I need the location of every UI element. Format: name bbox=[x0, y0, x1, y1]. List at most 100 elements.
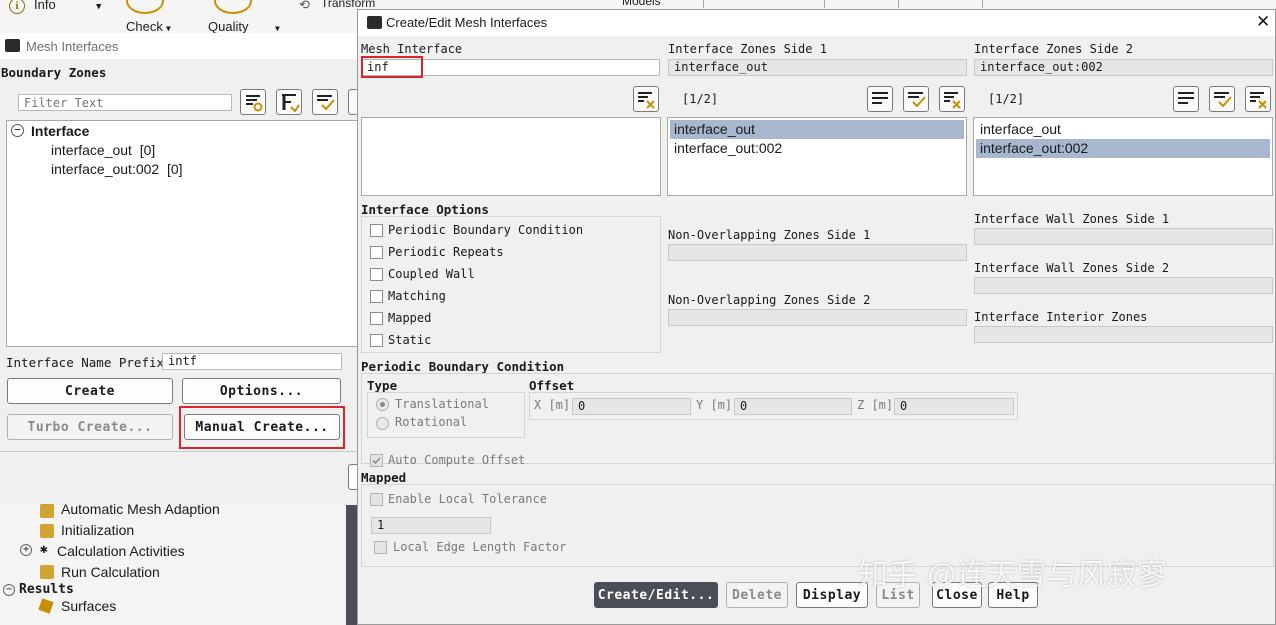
collapse-icon[interactable]: − bbox=[3, 584, 15, 596]
interface-options-label: Interface Options bbox=[361, 202, 489, 217]
local-tolerance-checkbox[interactable] bbox=[370, 493, 383, 506]
panel-title: Mesh Interfaces bbox=[26, 39, 119, 54]
models-menu[interactable]: Models bbox=[622, 0, 661, 8]
periodic-section-label: Periodic Boundary Condition bbox=[361, 359, 565, 374]
side1-label: Interface Zones Side 1 bbox=[668, 42, 827, 56]
y-label: Y [m] bbox=[696, 398, 733, 412]
type-label: Type bbox=[367, 378, 398, 393]
side1-sort-button[interactable] bbox=[867, 86, 893, 112]
coupled-wall-label: Coupled Wall bbox=[388, 267, 475, 281]
outline-item-run-calculation[interactable]: Run Calculation bbox=[61, 564, 160, 580]
side1-select-all-button[interactable] bbox=[903, 86, 929, 112]
translational-label: Translational bbox=[395, 397, 489, 411]
static-checkbox[interactable] bbox=[370, 334, 383, 347]
side2-deselect-button[interactable] bbox=[1245, 86, 1271, 112]
check-menu[interactable]: Check bbox=[126, 19, 163, 34]
collapse-icon[interactable]: − bbox=[11, 124, 24, 137]
matching-checkbox[interactable] bbox=[370, 290, 383, 303]
non-overlap2-field bbox=[668, 309, 967, 326]
side1-count: [1/2] bbox=[682, 92, 719, 106]
tree-group-interface[interactable]: Interface bbox=[31, 123, 89, 139]
sort-lines-icon bbox=[1178, 92, 1194, 104]
mapped-checkbox[interactable] bbox=[370, 312, 383, 325]
ribbon-divider bbox=[703, 0, 704, 8]
boundary-zones-tree: − Interface interface_out [0] interface_… bbox=[6, 120, 358, 347]
side2-select-all-button[interactable] bbox=[1209, 86, 1235, 112]
side1-list-item[interactable]: interface_out bbox=[670, 120, 964, 139]
turbo-create-button[interactable]: Turbo Create... bbox=[7, 414, 173, 440]
options-button[interactable]: Options... bbox=[182, 378, 341, 404]
wall2-label: Interface Wall Zones Side 2 bbox=[974, 261, 1170, 275]
run-calculation-icon bbox=[40, 565, 54, 579]
non-overlap2-label: Non-Overlapping Zones Side 2 bbox=[668, 293, 871, 307]
type-group: Translational Rotational bbox=[367, 392, 525, 438]
periodic-repeats-checkbox[interactable] bbox=[370, 246, 383, 259]
y-offset-input[interactable]: 0 bbox=[734, 398, 852, 415]
side2-list-item[interactable]: interface_out:002 bbox=[976, 139, 1270, 158]
tree-item-interface-out[interactable]: interface_out [0] bbox=[51, 142, 155, 158]
outline-item-surfaces[interactable]: Surfaces bbox=[61, 598, 116, 614]
name-prefix-input[interactable]: intf bbox=[162, 353, 342, 370]
mesh-adaption-icon bbox=[40, 504, 54, 518]
chevron-down-icon: ▼ bbox=[96, 2, 102, 12]
mesh-interface-list[interactable] bbox=[361, 117, 661, 196]
ribbon-divider bbox=[898, 0, 899, 8]
coupled-wall-checkbox[interactable] bbox=[370, 268, 383, 281]
outline-item-calculation-activities[interactable]: Calculation Activities bbox=[57, 543, 185, 559]
side1-list: interface_out interface_out:002 bbox=[667, 117, 967, 196]
side2-list-item[interactable]: interface_out bbox=[976, 120, 1270, 139]
ribbon-divider bbox=[824, 0, 825, 8]
outline-item-initialization[interactable]: Initialization bbox=[61, 522, 134, 538]
edge-length-checkbox[interactable] bbox=[374, 541, 387, 554]
mesh-interface-label: Mesh Interface bbox=[361, 42, 463, 56]
edge-length-label: Local Edge Length Factor bbox=[393, 540, 567, 554]
wall1-label: Interface Wall Zones Side 1 bbox=[974, 212, 1170, 226]
tolerance-input[interactable]: 1 bbox=[371, 517, 491, 534]
tree-item-interface-out-002[interactable]: interface_out:002 [0] bbox=[51, 161, 183, 177]
info-menu[interactable]: Info bbox=[34, 0, 56, 12]
select-all-icon bbox=[908, 92, 926, 108]
quality-icon bbox=[214, 0, 252, 14]
select-all-icon bbox=[317, 95, 335, 111]
side2-label: Interface Zones Side 2 bbox=[974, 42, 1133, 56]
non-overlap1-field bbox=[668, 244, 967, 261]
filter-icon-button[interactable] bbox=[240, 89, 266, 115]
local-tolerance-label: Enable Local Tolerance bbox=[388, 492, 547, 506]
format-icon-button[interactable] bbox=[276, 89, 302, 115]
side1-list-item[interactable]: interface_out:002 bbox=[670, 139, 964, 158]
dialog-title: Create/Edit Mesh Interfaces bbox=[386, 15, 548, 30]
format-icon bbox=[282, 94, 300, 113]
create-button[interactable]: Create bbox=[7, 378, 173, 404]
translational-radio[interactable] bbox=[376, 398, 389, 411]
quality-menu[interactable]: Quality bbox=[208, 19, 248, 34]
create-edit-button[interactable]: Create/Edit... bbox=[594, 582, 718, 608]
info-icon: i bbox=[9, 0, 25, 14]
outline-item-mesh-adaption[interactable]: Automatic Mesh Adaption bbox=[61, 501, 220, 517]
z-offset-input[interactable]: 0 bbox=[894, 398, 1014, 415]
gear-icon: ✱ bbox=[40, 542, 48, 557]
rotational-radio[interactable] bbox=[376, 417, 389, 430]
chevron-down-icon: ▼ bbox=[166, 24, 171, 33]
auto-offset-checkbox[interactable] bbox=[370, 454, 383, 467]
boundary-zones-label: Boundary Zones bbox=[1, 65, 107, 80]
mesh-interfaces-panel: Mesh Interfaces Boundary Zones − Interfa… bbox=[0, 33, 359, 505]
periodic-bc-checkbox[interactable] bbox=[370, 224, 383, 237]
side2-value: interface_out:002 bbox=[974, 59, 1273, 76]
matching-label: Matching bbox=[388, 289, 446, 303]
side2-list: interface_out interface_out:002 bbox=[973, 117, 1273, 196]
x-offset-input[interactable]: 0 bbox=[572, 398, 691, 415]
delete-button[interactable]: Delete bbox=[726, 582, 788, 608]
x-label: X [m] bbox=[534, 398, 571, 412]
expand-icon[interactable]: + bbox=[20, 544, 32, 556]
outline-results-header[interactable]: Results bbox=[19, 582, 74, 597]
mapped-section-label: Mapped bbox=[361, 470, 407, 485]
side1-deselect-button[interactable] bbox=[939, 86, 965, 112]
close-icon[interactable]: ✕ bbox=[1256, 12, 1270, 32]
clear-mesh-interface-button[interactable] bbox=[633, 86, 659, 112]
filter-text-input[interactable] bbox=[18, 94, 232, 111]
side2-sort-button[interactable] bbox=[1173, 86, 1199, 112]
radio-dot bbox=[380, 402, 385, 407]
periodic-repeats-label: Periodic Repeats bbox=[388, 245, 504, 259]
select-all-icon-button[interactable] bbox=[312, 89, 338, 115]
ribbon-divider bbox=[982, 0, 983, 8]
